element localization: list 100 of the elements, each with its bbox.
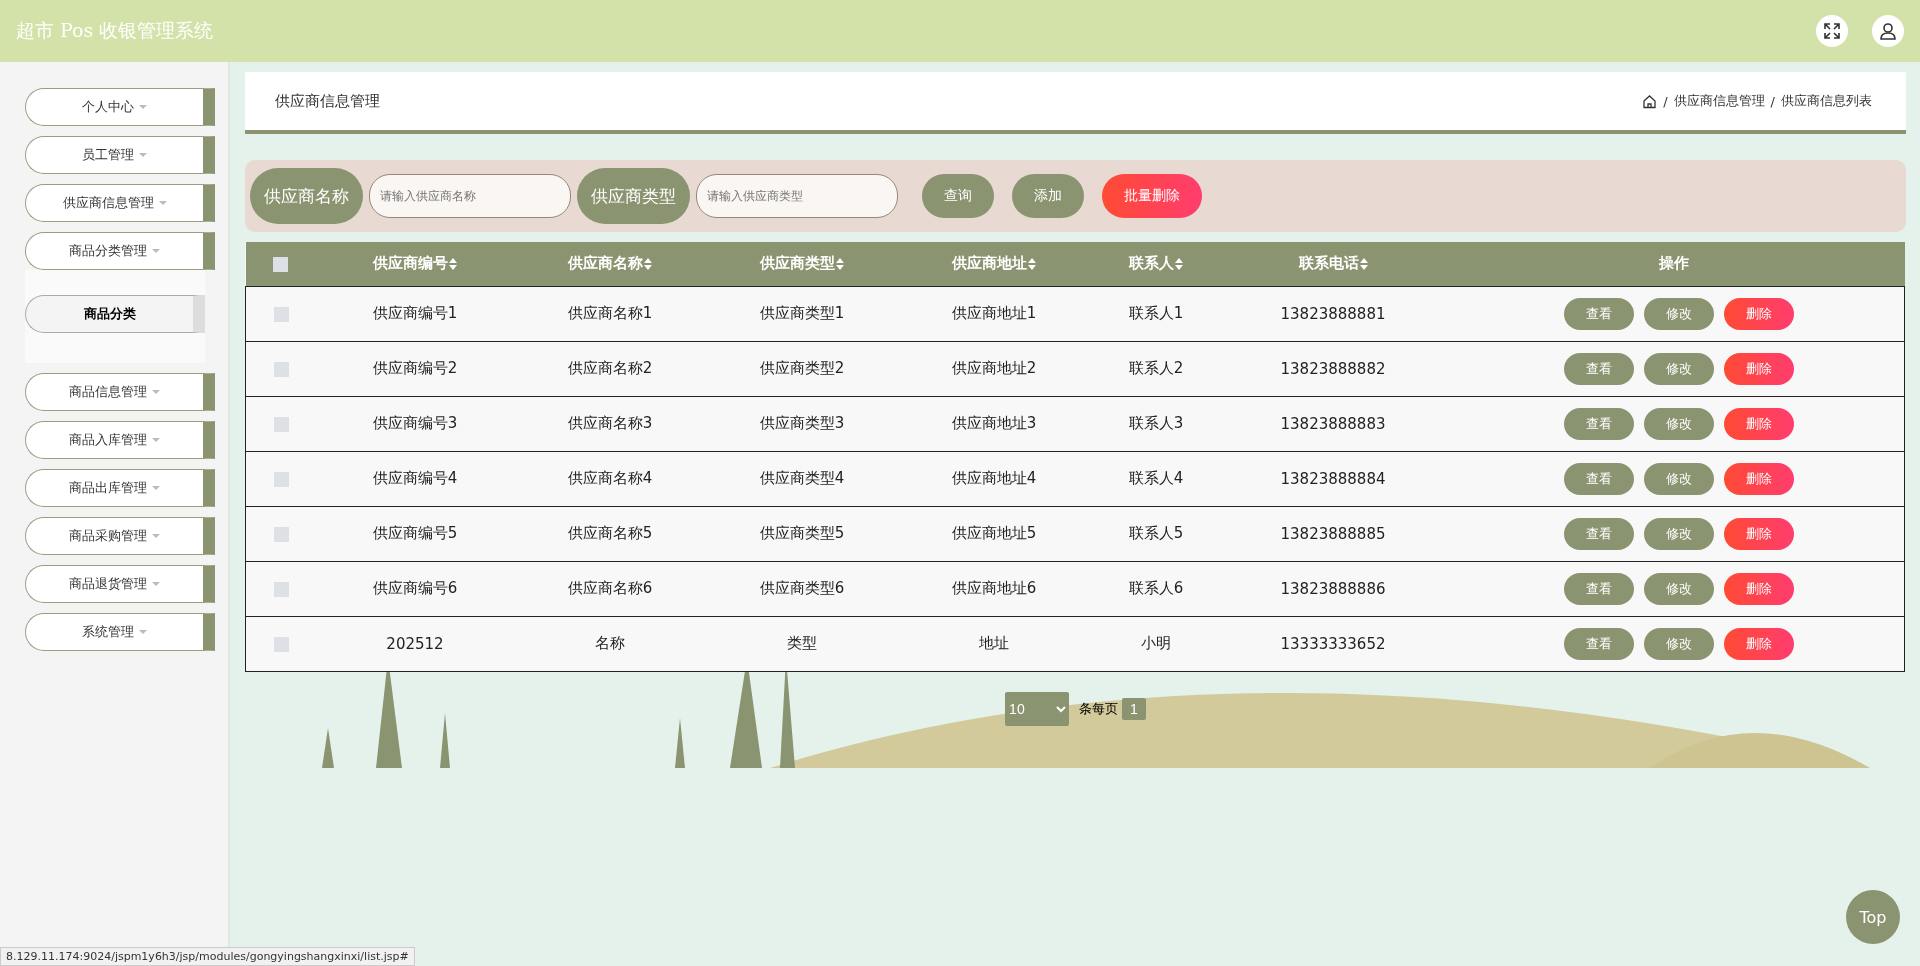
home-icon[interactable] xyxy=(1642,93,1658,109)
row-action-button[interactable]: 删除 xyxy=(1724,572,1794,605)
row-action-button[interactable]: 删除 xyxy=(1724,462,1794,495)
menu-item[interactable]: 个人中心 xyxy=(25,88,215,126)
user-icon[interactable] xyxy=(1872,15,1904,47)
row-action-button[interactable]: 修改 xyxy=(1644,572,1714,605)
row-action-button[interactable]: 修改 xyxy=(1644,352,1714,385)
table-cell: 供应商地址3 xyxy=(951,414,1037,432)
menu-item[interactable]: 商品分类管理 xyxy=(25,232,215,270)
caret-icon xyxy=(152,390,160,394)
checkbox[interactable] xyxy=(273,257,289,273)
table-cell: 供应商编号5 xyxy=(372,524,458,542)
table-cell: 联系人5 xyxy=(1128,524,1184,542)
menu-item[interactable]: 商品退货管理 xyxy=(25,565,215,603)
menu-item[interactable]: 系统管理 xyxy=(25,613,215,651)
menu-item[interactable]: 供应商信息管理 xyxy=(25,184,215,222)
table-cell: 13823888886 xyxy=(1280,579,1386,598)
row-action-button[interactable]: 删除 xyxy=(1724,352,1794,385)
action-button[interactable]: 批量删除 xyxy=(1102,174,1202,218)
row-action-button[interactable]: 修改 xyxy=(1644,627,1714,660)
search-field[interactable]: 请输入供应商名称 xyxy=(369,174,571,218)
breadcrumb-separator: / xyxy=(1663,93,1668,109)
checkbox[interactable] xyxy=(273,306,289,322)
column-header[interactable]: 供应商名称 xyxy=(568,254,652,274)
table-cell: 供应商名称3 xyxy=(567,414,653,432)
table-cell: 地址 xyxy=(979,634,1009,652)
table-cell: 供应商编号3 xyxy=(372,414,458,432)
caret-icon xyxy=(139,630,147,634)
fullscreen-icon[interactable] xyxy=(1816,15,1848,47)
menu-item[interactable]: 商品信息管理 xyxy=(25,373,215,411)
table-cell: 联系人1 xyxy=(1128,304,1184,322)
table-cell: 联系人3 xyxy=(1128,414,1184,432)
column-header[interactable]: 供应商编号 xyxy=(373,254,457,274)
page-button[interactable]: 1 xyxy=(1122,697,1146,720)
row-action-button[interactable]: 查看 xyxy=(1564,407,1634,440)
caret-icon xyxy=(152,486,160,490)
checkbox[interactable] xyxy=(273,416,289,432)
table-cell: 202512 xyxy=(386,634,444,653)
table-cell: 供应商名称5 xyxy=(567,524,653,542)
table-cell: 供应商编号2 xyxy=(372,359,458,377)
checkbox[interactable] xyxy=(273,581,289,597)
column-header[interactable]: 联系电话 xyxy=(1298,254,1368,274)
column-header[interactable]: 供应商类型 xyxy=(760,254,844,274)
table-cell: 13823888884 xyxy=(1280,469,1386,488)
table-cell: 供应商类型6 xyxy=(759,579,845,597)
search-field[interactable]: 请输入供应商类型 xyxy=(696,174,898,218)
row-action-button[interactable]: 修改 xyxy=(1644,462,1714,495)
checkbox[interactable] xyxy=(273,526,289,542)
checkbox[interactable] xyxy=(273,471,289,487)
table-cell: 供应商地址1 xyxy=(951,304,1037,322)
row-action-button[interactable]: 查看 xyxy=(1564,572,1634,605)
action-button[interactable]: 查询 xyxy=(922,174,994,218)
table-cell: 名称 xyxy=(595,634,625,652)
back-to-top-button[interactable]: Top xyxy=(1846,890,1900,944)
row-action-button[interactable]: 修改 xyxy=(1644,297,1714,330)
submenu-item[interactable]: 商品分类 xyxy=(25,295,205,333)
row-action-button[interactable]: 查看 xyxy=(1564,462,1634,495)
caret-icon xyxy=(152,438,160,442)
menu-item[interactable]: 商品入库管理 xyxy=(25,421,215,459)
table-cell: 小明 xyxy=(1141,634,1171,652)
table-cell: 供应商名称4 xyxy=(567,469,653,487)
sort-icon xyxy=(449,257,457,270)
sort-icon xyxy=(1359,257,1368,270)
row-action-button[interactable]: 查看 xyxy=(1564,297,1634,330)
sort-icon xyxy=(644,257,652,270)
menu-item[interactable]: 商品采购管理 xyxy=(25,517,215,555)
row-action-button[interactable]: 删除 xyxy=(1724,627,1794,660)
menu-item[interactable]: 员工管理 xyxy=(25,136,215,174)
page-size-select[interactable]: 10 xyxy=(1005,691,1070,726)
table-cell: 供应商编号6 xyxy=(372,579,458,597)
column-header[interactable]: 操作 xyxy=(1659,254,1690,274)
table-cell: 供应商类型1 xyxy=(759,304,845,322)
row-action-button[interactable]: 删除 xyxy=(1724,517,1794,550)
row-action-button[interactable]: 查看 xyxy=(1564,352,1634,385)
checkbox[interactable] xyxy=(273,636,289,652)
caret-icon xyxy=(152,582,160,586)
sort-icon xyxy=(1028,257,1036,270)
row-action-button[interactable]: 修改 xyxy=(1644,517,1714,550)
row-action-button[interactable]: 删除 xyxy=(1724,297,1794,330)
caret-icon xyxy=(152,534,160,538)
checkbox[interactable] xyxy=(273,361,289,377)
per-page-label: 条每页 xyxy=(1079,699,1119,718)
table-cell: 供应商地址5 xyxy=(951,524,1037,542)
row-action-button[interactable]: 修改 xyxy=(1644,407,1714,440)
breadcrumb-link[interactable]: 供应商信息列表 xyxy=(1781,92,1872,110)
column-header[interactable]: 供应商地址 xyxy=(952,254,1036,274)
table-cell: 13823888883 xyxy=(1280,414,1386,433)
menu-item[interactable]: 商品出库管理 xyxy=(25,469,215,507)
row-action-button[interactable]: 查看 xyxy=(1564,517,1634,550)
row-action-button[interactable]: 查看 xyxy=(1564,627,1634,660)
page-title: 供应商信息管理 xyxy=(275,91,380,111)
table-cell: 供应商名称6 xyxy=(567,579,653,597)
row-action-button[interactable]: 删除 xyxy=(1724,407,1794,440)
caret-icon xyxy=(158,201,167,205)
action-button[interactable]: 添加 xyxy=(1012,174,1084,218)
table-cell: 联系人2 xyxy=(1128,359,1184,377)
column-header[interactable]: 联系人 xyxy=(1129,254,1183,274)
table-cell: 供应商地址2 xyxy=(951,359,1037,377)
caret-icon xyxy=(139,105,147,109)
breadcrumb-link[interactable]: 供应商信息管理 xyxy=(1673,92,1765,110)
